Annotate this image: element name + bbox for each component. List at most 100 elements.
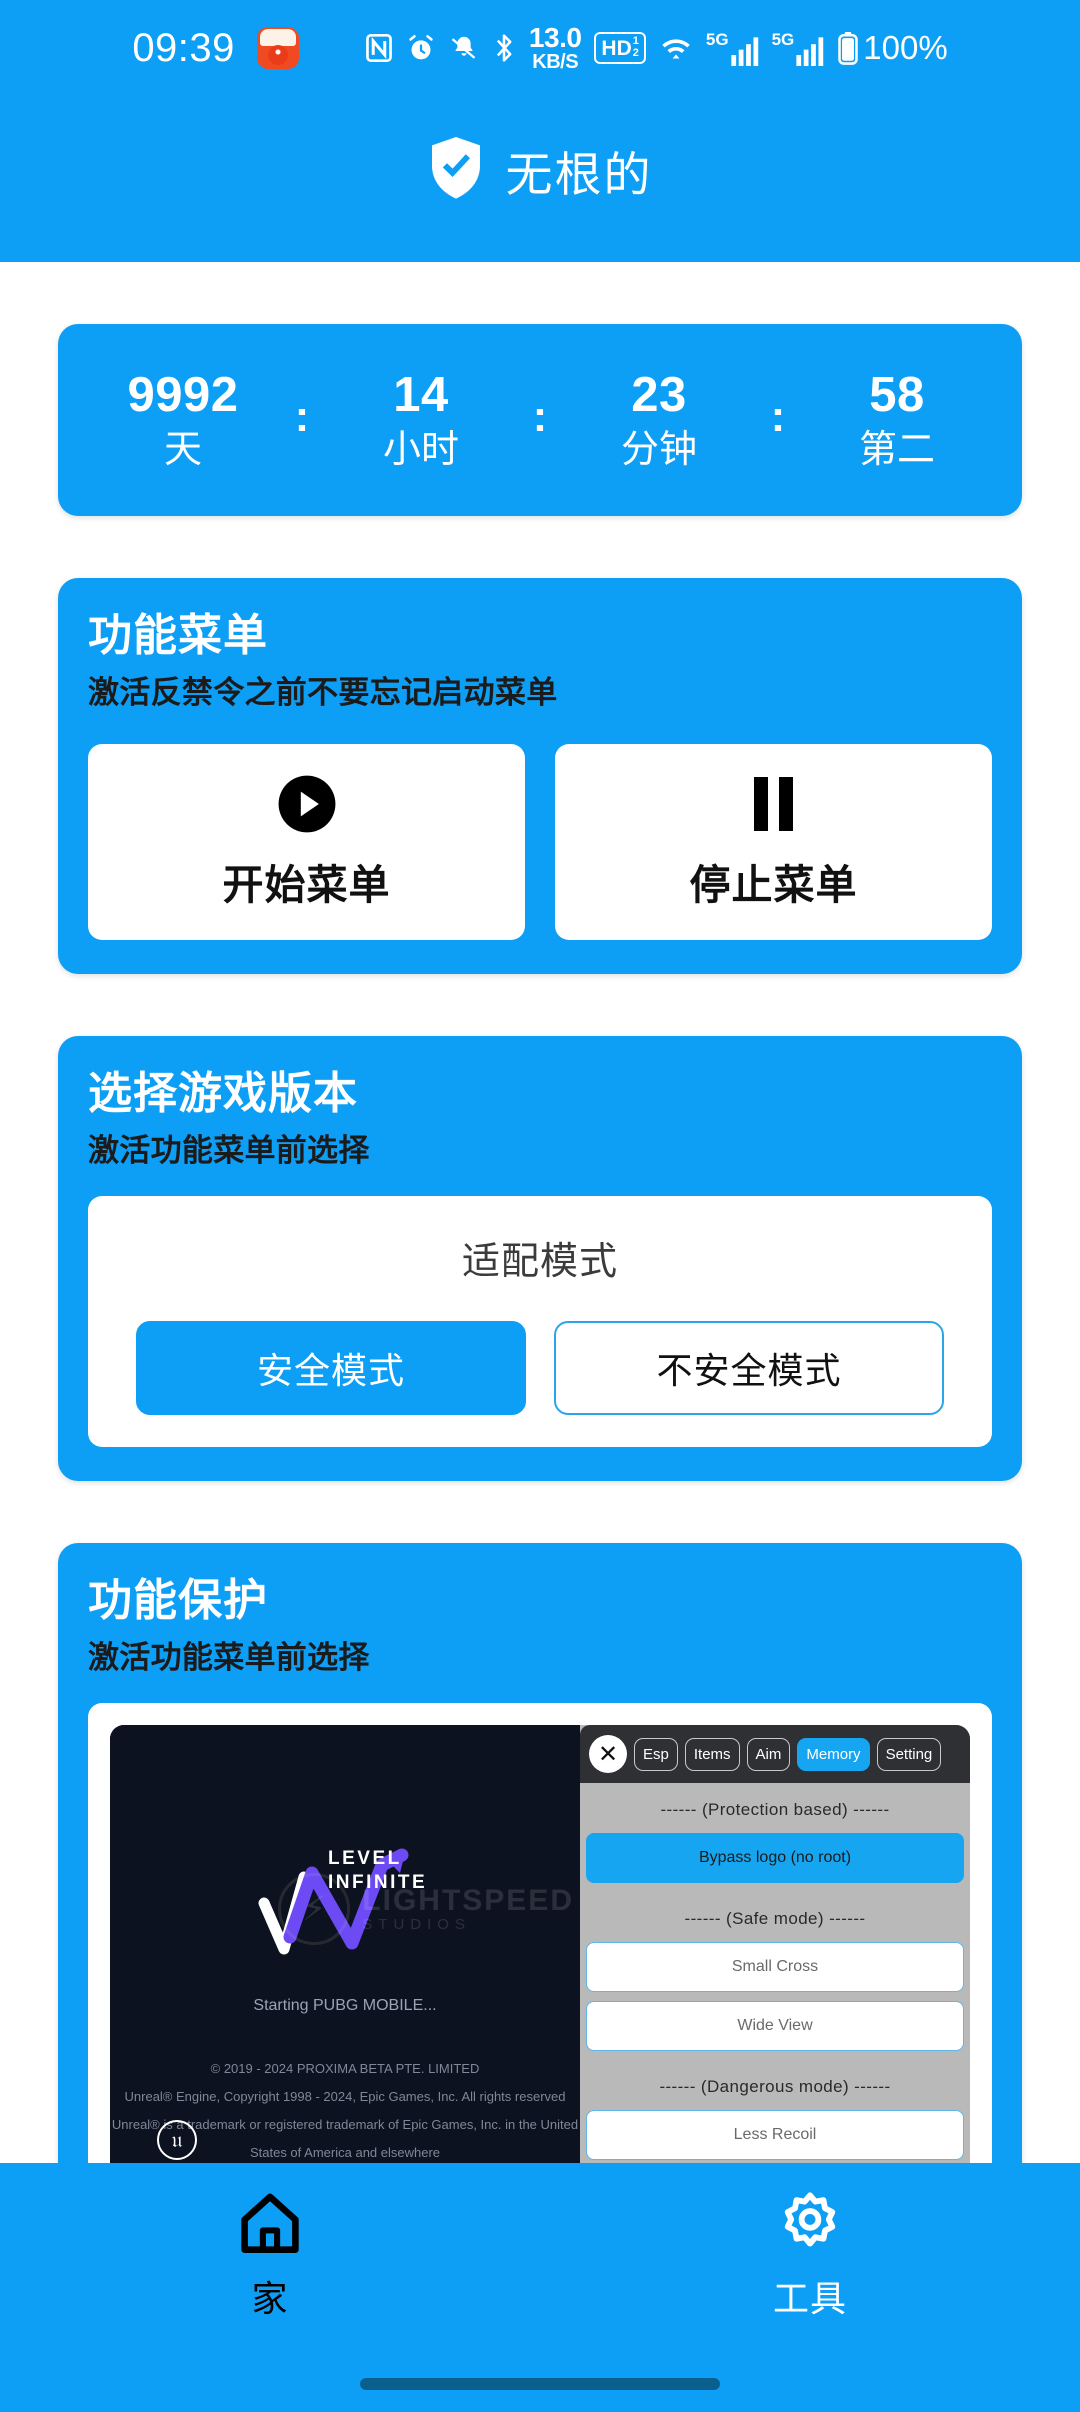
protection-section: 功能保护 激活功能菜单前选择 LE	[58, 1543, 1022, 2163]
shield-check-icon	[428, 135, 484, 206]
function-menu-section: 功能菜单 激活反禁令之前不要忘记启动菜单 开始菜单	[58, 578, 1022, 974]
level-infinite-wordmark: LEVEL INFINITE	[328, 1847, 427, 1895]
game-splash-area: LEVEL INFINITE ⚡ LIGHTSPEED STUDIOS	[110, 1725, 580, 2163]
app-title-bar: 无根的	[0, 96, 1080, 262]
alarm-icon	[406, 33, 436, 63]
tab-items[interactable]: Items	[685, 1738, 740, 1771]
stop-menu-label: 停止菜单	[690, 851, 858, 911]
nav-label-tools: 工具	[773, 2270, 847, 2322]
tab-aim[interactable]: Aim	[747, 1738, 791, 1771]
sim2-signal: 5G	[772, 31, 825, 66]
countdown-separator-3: :	[766, 392, 790, 448]
unsafe-mode-label: 不安全模式	[656, 1342, 841, 1394]
sim1-label: 5G	[706, 31, 729, 48]
protection-card: 功能保护 激活功能菜单前选择 LE	[58, 1543, 1022, 2163]
mod-item-wide-view[interactable]: Wide View	[586, 2001, 964, 2051]
unsafe-mode-button[interactable]: 不安全模式	[554, 1321, 944, 1415]
nav-label-home: 家	[251, 2270, 288, 2322]
countdown-days: 9992 天	[76, 365, 290, 476]
gear-icon	[777, 2191, 843, 2260]
app-header: 09:39	[0, 0, 1080, 262]
tomato-app-icon	[257, 27, 299, 69]
protection-preview-panel: LEVEL INFINITE ⚡ LIGHTSPEED STUDIOS	[88, 1703, 992, 2163]
unreal-engine-logo: 𝔲 UNREAL	[146, 2120, 208, 2163]
tab-esp[interactable]: Esp	[634, 1738, 678, 1771]
hd-voice-icon: HD 1 2	[594, 32, 645, 63]
game-version-title: 选择游戏版本	[88, 1066, 992, 1121]
game-version-panel-heading: 适配模式	[116, 1230, 964, 1285]
bluetooth-icon	[492, 32, 516, 64]
safe-mode-button[interactable]: 安全模式	[136, 1321, 526, 1415]
tab-memory[interactable]: Memory	[797, 1738, 869, 1771]
mod-item-less-recoil[interactable]: Less Recoil	[586, 2110, 964, 2160]
nav-item-home[interactable]: 家	[0, 2191, 540, 2322]
bottom-navigation: 家 工具	[0, 2163, 1080, 2412]
game-version-panel: 适配模式 安全模式 不安全模式	[88, 1196, 992, 1447]
section-heading-dangerous-mode: ------ (Dangerous mode) ------	[586, 2060, 964, 2110]
function-menu-title: 功能菜单	[88, 608, 992, 663]
mod-item-small-cross[interactable]: Small Cross	[586, 1942, 964, 1992]
section-heading-safe-mode: ------ (Safe mode) ------	[586, 1892, 964, 1942]
countdown-separator-1: :	[290, 392, 314, 448]
gesture-bar[interactable]	[360, 2378, 720, 2390]
countdown-hours-label: 小时	[314, 426, 528, 475]
brand-line-1: LEVEL	[328, 1847, 427, 1871]
countdown-seconds: 58 第二	[790, 365, 1004, 476]
pause-icon	[754, 773, 793, 835]
watermark-line-2: STUDIOS	[362, 1917, 574, 1934]
start-menu-label: 开始菜单	[223, 851, 391, 911]
function-menu-subtitle: 激活反禁令之前不要忘记启动菜单	[88, 667, 992, 712]
page-title: 无根的	[506, 136, 653, 205]
network-speed-indicator: 13.0 KB/S	[529, 24, 582, 72]
close-icon[interactable]: ✕	[589, 1735, 627, 1773]
status-bar-left: 09:39	[132, 26, 299, 71]
network-speed-value: 13.0	[529, 24, 582, 52]
loading-text: Starting PUBG MOBILE...	[110, 1997, 580, 2015]
mod-item-bypass-logo[interactable]: Bypass logo (no root)	[586, 1833, 964, 1883]
countdown-hours: 14 小时	[314, 365, 528, 476]
network-speed-unit: KB/S	[532, 52, 578, 72]
legal-line-2: Unreal® Engine, Copyright 1998 - 2024, E…	[110, 2083, 580, 2111]
app-screen: 09:39	[0, 0, 1080, 2412]
countdown-minutes-label: 分钟	[552, 426, 766, 475]
main-content[interactable]: 9992 天 : 14 小时 : 23 分钟 : 58 第二	[0, 262, 1080, 2163]
hd-label: HD	[601, 38, 631, 59]
countdown-days-label: 天	[76, 426, 290, 475]
mod-menu-body: ------ (Protection based) ------ Bypass …	[580, 1783, 970, 2163]
nav-item-tools[interactable]: 工具	[540, 2191, 1080, 2322]
play-icon	[276, 773, 338, 835]
start-menu-button[interactable]: 开始菜单	[88, 744, 525, 940]
countdown-hours-value: 14	[314, 365, 528, 426]
countdown-row: 9992 天 : 14 小时 : 23 分钟 : 58 第二	[58, 324, 1022, 516]
brand-line-2: INFINITE	[328, 1871, 427, 1895]
battery-percent: 100%	[863, 29, 947, 67]
countdown-days-value: 9992	[76, 365, 290, 426]
bell-muted-icon	[449, 33, 479, 63]
unreal-glyph: 𝔲	[157, 2120, 197, 2160]
function-menu-buttons: 开始菜单 停止菜单	[88, 744, 992, 940]
legal-line-1: © 2019 - 2024 PROXIMA BETA PTE. LIMITED	[110, 2055, 580, 2083]
status-bar: 09:39	[0, 0, 1080, 96]
mod-menu-overlay: ✕ Esp Items Aim Memory Setting ------ (P…	[580, 1725, 970, 2163]
hd-sub: 2	[633, 48, 639, 60]
safe-mode-label: 安全模式	[257, 1342, 405, 1394]
countdown-separator-2: :	[528, 392, 552, 448]
game-version-card: 选择游戏版本 激活功能菜单前选择 适配模式 安全模式 不安全模式	[58, 1036, 1022, 1481]
countdown-minutes-value: 23	[552, 365, 766, 426]
game-version-options: 安全模式 不安全模式	[116, 1321, 964, 1415]
protection-title: 功能保护	[88, 1573, 992, 1628]
battery-indicator: 100%	[837, 29, 947, 67]
tab-setting[interactable]: Setting	[877, 1738, 942, 1771]
sim2-label: 5G	[772, 31, 795, 48]
protection-subtitle: 激活功能菜单前选择	[88, 1632, 992, 1677]
mod-menu-tab-bar: ✕ Esp Items Aim Memory Setting	[580, 1725, 970, 1783]
countdown-seconds-value: 58	[790, 365, 1004, 426]
game-version-subtitle: 激活功能菜单前选择	[88, 1125, 992, 1170]
section-heading-protection: ------ (Protection based) ------	[586, 1783, 964, 1833]
function-menu-card: 功能菜单 激活反禁令之前不要忘记启动菜单 开始菜单	[58, 578, 1022, 974]
stop-menu-button[interactable]: 停止菜单	[555, 744, 992, 940]
game-version-section: 选择游戏版本 激活功能菜单前选择 适配模式 安全模式 不安全模式	[58, 1036, 1022, 1481]
status-clock: 09:39	[132, 26, 235, 71]
nfc-icon	[365, 33, 393, 63]
home-icon	[237, 2191, 303, 2260]
